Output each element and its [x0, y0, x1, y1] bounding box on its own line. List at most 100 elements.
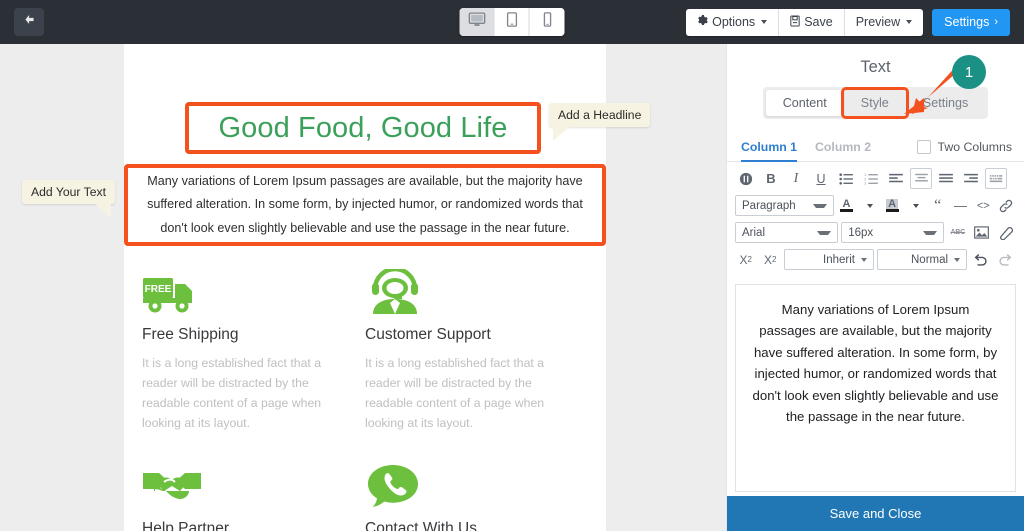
- toolbar-row-paragraph: Paragraph A A “ — <>: [735, 195, 1016, 216]
- horizontal-rule-icon[interactable]: —: [951, 195, 971, 216]
- preview-label: Preview: [855, 15, 901, 29]
- spellcheck-icon[interactable]: ABC: [947, 222, 968, 243]
- options-label: Options: [712, 15, 756, 29]
- chevron-down-icon: [923, 230, 938, 235]
- tooltip-add-a-headline: Add a Headline: [549, 103, 651, 141]
- subscript-icon[interactable]: X2: [735, 249, 756, 270]
- keyboard-icon[interactable]: [985, 168, 1007, 189]
- chevron-down-icon: [906, 20, 913, 24]
- svg-text:3: 3: [864, 181, 866, 184]
- highlight-color-icon[interactable]: A: [882, 195, 902, 216]
- workspace: Good Food, Good Life Add a Headline Many…: [0, 44, 1024, 531]
- column-selector-row: Column 1 Column 2 Two Columns: [727, 133, 1024, 162]
- tooltip-add-your-text: Add Your Text: [22, 180, 115, 218]
- mobile-icon: [543, 12, 551, 32]
- align-center-icon[interactable]: [910, 168, 932, 189]
- handshake-icon: [142, 452, 341, 508]
- feature-title: Contact With Us: [365, 519, 477, 531]
- text-settings-panel: Text Content Style Settings Column 1 Col…: [726, 44, 1024, 531]
- back-button[interactable]: [14, 8, 44, 36]
- line-height-select[interactable]: Inherit: [783, 249, 874, 270]
- toolbar-row-format: B I U 123: [735, 168, 1016, 189]
- preview-button[interactable]: Preview: [845, 9, 923, 36]
- top-actions: Options Save Preview Settings ›: [686, 8, 1010, 36]
- highlight-color-swatch: [885, 209, 899, 212]
- font-size-value: 16px: [848, 226, 874, 239]
- feature-grid: FREE Free Shipping It is a long establis…: [124, 258, 606, 531]
- settings-label: Settings: [944, 15, 990, 29]
- paragraph-style-select[interactable]: Paragraph: [735, 195, 834, 216]
- text-color-dropdown[interactable]: [859, 195, 879, 216]
- text-editor-area[interactable]: Many variations of Lorem Ipsum passages …: [735, 284, 1016, 492]
- device-mobile-button[interactable]: [529, 8, 565, 36]
- align-left-icon[interactable]: [885, 168, 907, 189]
- arrow-left-icon: [23, 13, 36, 31]
- top-toolbar: Options Save Preview Settings ›: [0, 0, 1024, 44]
- feature-card[interactable]: FREE Free Shipping It is a long establis…: [142, 258, 365, 434]
- blockquote-icon[interactable]: “: [928, 195, 948, 216]
- chevron-down-icon: [860, 257, 867, 262]
- column-2-tab[interactable]: Column 2: [815, 133, 871, 162]
- feature-title: Customer Support: [365, 326, 491, 343]
- page-canvas: Good Food, Good Life Add a Headline Many…: [0, 44, 726, 531]
- feature-card[interactable]: Contact With Us It is a long established…: [365, 452, 588, 531]
- toolbar-row-font: Arial 16px ABC: [735, 222, 1016, 243]
- two-columns-checkbox[interactable]: [916, 140, 931, 154]
- save-label: Save: [804, 15, 833, 29]
- two-columns-toggle[interactable]: Two Columns: [916, 140, 1013, 154]
- free-shipping-truck-icon: FREE: [142, 258, 341, 314]
- bullet-list-icon[interactable]: [835, 168, 857, 189]
- font-size-select[interactable]: 16px: [841, 222, 945, 243]
- text-editor-content: Many variations of Lorem Ipsum passages …: [752, 302, 999, 424]
- tab-settings[interactable]: Settings: [906, 90, 986, 116]
- superscript-icon[interactable]: X2: [759, 249, 780, 270]
- headline-text: Good Food, Good Life: [218, 111, 508, 144]
- feature-card[interactable]: Help Partner It is a long established fa…: [142, 452, 365, 531]
- bold-icon[interactable]: B: [760, 168, 782, 189]
- font-weight-select[interactable]: Normal: [876, 249, 968, 270]
- link-icon[interactable]: [996, 195, 1016, 216]
- device-tablet-button[interactable]: [494, 8, 530, 36]
- underline-icon[interactable]: U: [810, 168, 832, 189]
- paragraph-style-value: Paragraph: [742, 199, 796, 212]
- save-button[interactable]: Save: [779, 8, 845, 36]
- feature-card[interactable]: Customer Support It is a long establishe…: [365, 258, 588, 434]
- redo-icon[interactable]: [995, 249, 1016, 270]
- options-button[interactable]: Options: [686, 8, 780, 36]
- clear-formatting-icon[interactable]: [995, 222, 1016, 243]
- feature-title: Help Partner: [142, 519, 230, 531]
- panel-tabs: Content Style Settings: [727, 87, 1024, 119]
- desktop-icon: [468, 12, 485, 32]
- italic-icon[interactable]: I: [785, 168, 807, 189]
- numbered-list-icon[interactable]: 123: [860, 168, 882, 189]
- highlight-color-dropdown[interactable]: [905, 195, 925, 216]
- tab-style[interactable]: Style: [840, 87, 909, 119]
- column-1-tab[interactable]: Column 1: [741, 133, 798, 162]
- settings-button[interactable]: Settings ›: [932, 8, 1010, 36]
- rich-text-toolbar: B I U 123 Paragraph A A “ — <> Arial 16p…: [727, 162, 1024, 280]
- page-builder-app: Options Save Preview Settings › Good Foo…: [0, 0, 1024, 531]
- two-columns-label: Two Columns: [937, 140, 1013, 154]
- device-desktop-button[interactable]: [459, 8, 495, 36]
- tab-content[interactable]: Content: [765, 90, 844, 116]
- align-justify-icon[interactable]: [935, 168, 957, 189]
- chevron-down-icon: [817, 230, 832, 235]
- toolbar-row-script: X2 X2 Inherit Normal: [735, 249, 1016, 270]
- paragraph-block[interactable]: Many variations of Lorem Ipsum passages …: [124, 164, 606, 246]
- formatting-marks-icon[interactable]: [735, 168, 757, 189]
- chevron-down-icon: [954, 257, 961, 262]
- feature-description: It is a long established fact that a rea…: [142, 356, 322, 430]
- feature-description: It is a long established fact that a rea…: [365, 356, 545, 430]
- text-color-icon[interactable]: A: [837, 195, 857, 216]
- source-code-icon[interactable]: <>: [973, 195, 993, 216]
- customer-support-agent-icon: [365, 258, 564, 314]
- save-disk-icon: [790, 15, 800, 30]
- save-and-close-button[interactable]: Save and Close: [727, 496, 1024, 531]
- headline-block[interactable]: Good Food, Good Life: [185, 102, 541, 154]
- text-color-letter: A: [842, 198, 851, 210]
- chevron-down-icon: [812, 203, 827, 208]
- insert-image-icon[interactable]: [971, 222, 992, 243]
- font-family-select[interactable]: Arial: [735, 222, 839, 243]
- undo-icon[interactable]: [970, 249, 991, 270]
- align-right-icon[interactable]: [960, 168, 982, 189]
